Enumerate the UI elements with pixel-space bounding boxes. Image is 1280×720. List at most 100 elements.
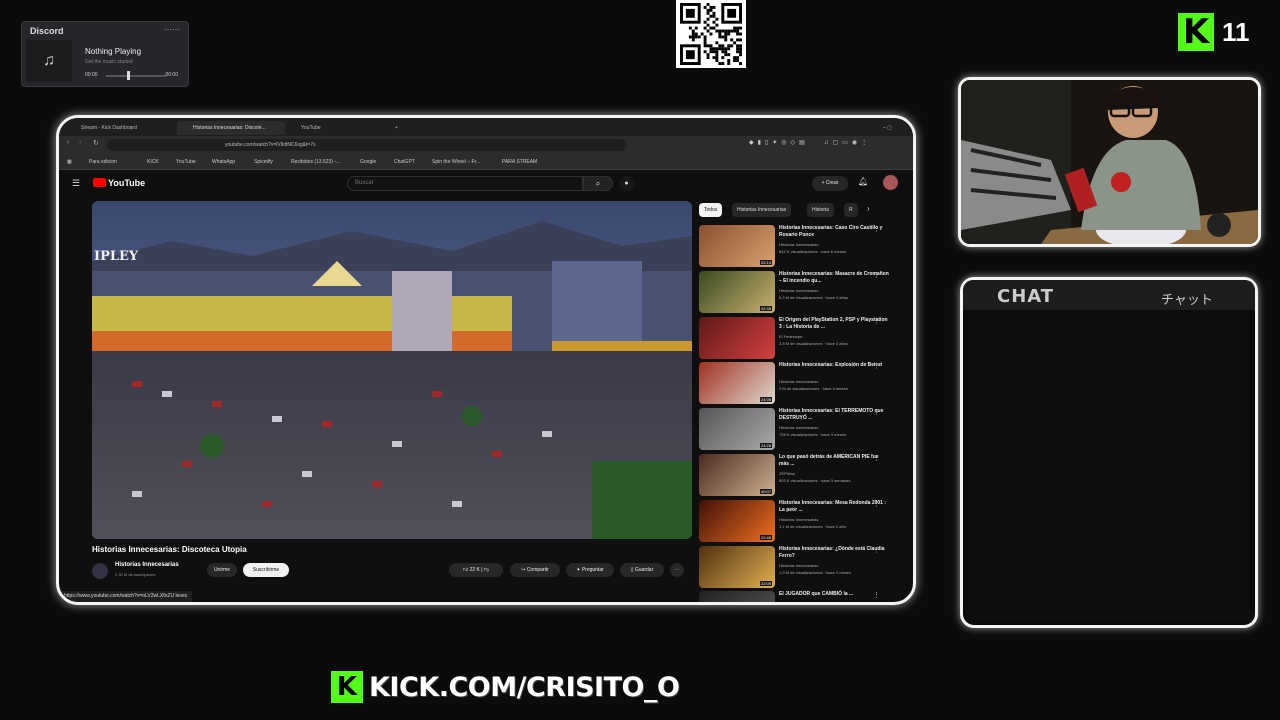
recommendation-channel[interactable]: Historias Innecesarias (779, 288, 818, 293)
bookmark-kick[interactable]: KICK (147, 157, 159, 167)
reload-icon[interactable]: ↻ (93, 139, 99, 147)
recommendation-thumbnail[interactable]: 22:09 (699, 545, 775, 588)
webcam-image (961, 80, 1258, 244)
more-options-icon[interactable]: ⋮ (873, 408, 880, 416)
video-duration: 42:35 (759, 305, 772, 311)
share-button[interactable]: ↪ Compartir (510, 563, 560, 577)
now-playing-subtitle: Get the music started (85, 59, 133, 65)
youtube-header: ☰ YouTube Buscar ⌕ ● + Crear 🔔︎ (59, 170, 913, 198)
bookmark-spin-the-wheel[interactable]: Spin the Wheel – Fr... (432, 157, 480, 167)
more-options-icon[interactable]: ⋮ (873, 591, 880, 599)
recommendation-item[interactable]: El JUGADOR que CAMBIÓ la ... ⋮ (699, 591, 913, 602)
music-progress-bar[interactable] (106, 75, 166, 77)
kick-url-text: KICK.COM/CRISITO_O (369, 672, 680, 703)
recommendation-item[interactable]: El Origen del PlayStation 2, PSP y Plays… (699, 316, 913, 359)
more-actions-icon[interactable]: ⋯ (670, 563, 684, 577)
time-current: 00:00 (85, 72, 98, 78)
tab-historias-innecesarias[interactable]: Historias Innecesarias: Discote... (177, 121, 285, 135)
chip-todos[interactable]: Todos (699, 203, 723, 217)
recommendation-item[interactable]: 22:09 Historias Innecesarias: ¿Dónde está… (699, 545, 913, 588)
join-button[interactable]: Unirme (207, 563, 237, 577)
recommendation-thumbnail[interactable]: 42:35 (699, 270, 775, 313)
avatar[interactable] (883, 175, 898, 190)
chip-historia[interactable]: Historia (807, 203, 834, 217)
bookmark-para-edicion[interactable]: Para edicion (89, 157, 117, 167)
recommendation-item[interactable]: 22:14 Historias Innecesarias: Caso Ciro C… (699, 225, 913, 267)
back-arrow-icon[interactable]: ‹ (67, 139, 69, 146)
bookmark-whatsapp[interactable]: WhatsApp (212, 157, 235, 167)
chat-panel: CHAT チャット (960, 277, 1258, 628)
tab-youtube[interactable]: YouTube (285, 121, 385, 135)
qr-code (676, 0, 746, 68)
channel-avatar[interactable] (92, 563, 108, 579)
more-options-icon[interactable]: ⋮ (873, 546, 880, 554)
tab-kick-dashboard[interactable]: Stream - Kick Dashboard (65, 121, 177, 135)
recommendation-thumbnail[interactable]: 40:07 (699, 454, 775, 496)
recommendation-channel[interactable]: El Fedeslope (779, 334, 802, 339)
bookmark-para-stream[interactable]: PARA STREAM (502, 157, 537, 167)
bookmark-chatgpt[interactable]: ChatGPT (394, 157, 415, 167)
menu-icon[interactable]: ☰ (72, 178, 80, 189)
video-player[interactable]: IPLEY (92, 201, 692, 539)
music-progress-knob[interactable] (127, 71, 130, 80)
channel-name[interactable]: Historias Innecesarias (115, 562, 179, 568)
recommendation-item[interactable]: 42:35 Historias Innecesarias: Masacre de … (699, 270, 913, 313)
recommendation-channel[interactable]: Historias Innecesarias (779, 563, 818, 568)
extension-icons[interactable]: ◆▮▯✦◎◇▤ (749, 139, 809, 146)
youtube-logo[interactable]: YouTube (93, 178, 145, 188)
recommendation-channel[interactable]: Historias Innecesarias (779, 425, 818, 430)
kick-url-banner: K KICK.COM/CRISITO_O (331, 666, 680, 708)
mic-icon[interactable]: ● (619, 176, 634, 191)
recommendation-views: 842 K visualizaciones · hace 6 meses (779, 249, 846, 254)
bookmark-youtube[interactable]: YouTube (176, 157, 196, 167)
more-options-icon[interactable]: ⋮ (873, 225, 880, 233)
apps-grid-icon[interactable]: ▦ (67, 157, 72, 167)
recommendation-thumbnail[interactable] (699, 316, 775, 359)
discord-title: Discord (30, 26, 64, 36)
bookmark-spicetify[interactable]: Spicetify (254, 157, 273, 167)
search-input[interactable]: Buscar (347, 176, 583, 191)
chevron-right-icon[interactable]: › (867, 204, 870, 213)
url-input[interactable]: youtube.com/watch?v=lVIkttNC6sg&t=7s (107, 139, 627, 151)
recommendation-thumbnail[interactable]: 22:46 (699, 499, 775, 542)
subscribe-button[interactable]: Suscribirme (243, 563, 289, 577)
thumbs-up-icon: 👍︎ (462, 567, 470, 573)
toolbar-icons[interactable]: ♫▢▭◉⋮ (824, 139, 871, 146)
youtube-logo-text: YouTube (108, 178, 146, 188)
search-button[interactable]: ⌕ (583, 176, 613, 191)
recommendation-thumbnail[interactable]: 22:14 (699, 225, 775, 267)
video-duration: 24:26 (759, 443, 772, 449)
bookmark-recibidos[interactable]: Recibidos (13.523) -... (291, 157, 340, 167)
recommendation-channel[interactable]: Historias Innecesarias (779, 379, 818, 384)
recommendation-channel[interactable]: ZEPfilms (779, 471, 795, 476)
window-controls-icon[interactable]: – ▢ (877, 121, 901, 135)
recommendation-item[interactable]: 22:46 Historias Innecesarias: Mesa Redond… (699, 499, 913, 542)
chip-r[interactable]: R (844, 203, 858, 217)
forward-arrow-icon[interactable]: › (79, 139, 81, 146)
recommendation-item[interactable]: 24:05 Historias Innecesarias: Explosión d… (699, 362, 913, 405)
like-button[interactable]: 👍︎ 22 K | 👎︎ (449, 563, 503, 577)
recommendation-item[interactable]: 24:26 Historias Innecesarias: El TERREMOT… (699, 408, 913, 451)
more-options-icon[interactable]: ⋮ (873, 500, 880, 508)
recommendation-thumbnail[interactable] (699, 591, 775, 602)
recommendation-thumbnail[interactable]: 24:26 (699, 408, 775, 451)
new-tab-button[interactable]: + (389, 121, 409, 135)
more-options-icon[interactable]: ⋮ (873, 454, 880, 462)
recommendation-item[interactable]: 40:07 Lo que pasó detrás de AMERICAN PIE … (699, 454, 913, 496)
create-button[interactable]: + Crear (812, 176, 848, 191)
ask-button[interactable]: ✦ Preguntar (566, 563, 614, 577)
webcam-feed (958, 77, 1261, 247)
save-button[interactable]: ▯ Guardar (620, 563, 664, 577)
drag-handle-icon[interactable]: ⋯⋯ (164, 25, 180, 34)
bookmark-google[interactable]: Google (360, 157, 376, 167)
recommendation-channel[interactable]: Historias Innecesarias (779, 517, 818, 522)
recommendation-channel[interactable]: Historias Innecesarias (779, 242, 818, 247)
more-options-icon[interactable]: ⋮ (873, 317, 880, 325)
now-playing-text: Nothing Playing (85, 47, 142, 56)
recommendation-thumbnail[interactable]: 24:05 (699, 362, 775, 405)
youtube-play-icon (93, 178, 106, 187)
chip-historias-innecesarias[interactable]: Historias Innecesarias (732, 203, 792, 217)
more-options-icon[interactable]: ⋮ (873, 362, 880, 370)
bell-icon[interactable]: 🔔︎ (858, 177, 868, 186)
more-options-icon[interactable]: ⋮ (873, 271, 880, 279)
